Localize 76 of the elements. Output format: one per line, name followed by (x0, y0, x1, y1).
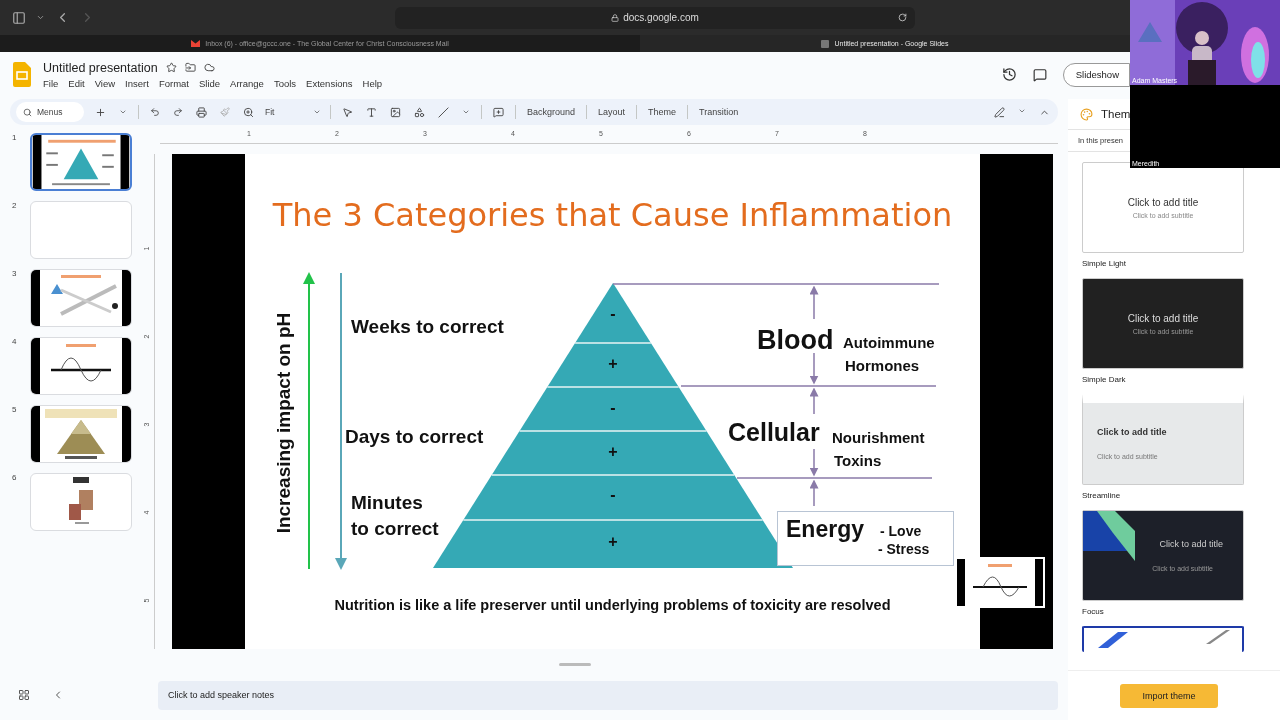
level-name: Energy (786, 516, 864, 544)
level-note: - Love (880, 523, 923, 539)
search-icon (23, 107, 32, 117)
menu-item[interactable]: Help (362, 77, 383, 89)
sign-text: + (607, 533, 619, 551)
address-bar[interactable]: docs.google.com (395, 6, 915, 29)
lock-icon (611, 13, 620, 22)
stage-label: Weeks to correct (351, 315, 504, 339)
grid-view-icon[interactable] (18, 689, 30, 701)
toolbar-button[interactable]: Transition (697, 107, 741, 117)
sign-text: + (607, 443, 619, 461)
slideshow-button[interactable]: Slideshow (1062, 62, 1130, 87)
slide-footer: Nutrition is like a life preserver until underlying problems of toxicity are resolved (245, 597, 980, 613)
menu-item[interactable]: File (43, 77, 59, 89)
mail-icon (191, 40, 201, 47)
theme-name: Streamline (1082, 491, 1122, 500)
panel-title: Them (1101, 108, 1131, 120)
level-note: Autoimmune (843, 333, 935, 353)
menu-item[interactable]: Arrange (230, 77, 264, 89)
reload-icon[interactable] (898, 13, 907, 22)
level-note: Toxins (834, 451, 882, 471)
slide-number: 1 (12, 133, 18, 142)
toolbar-button[interactable]: Theme (646, 107, 679, 117)
sign-text: - (609, 486, 617, 504)
caret-icon[interactable] (36, 13, 45, 22)
document-title[interactable]: Untitled presentation (43, 60, 158, 75)
menu-item[interactable]: Format (158, 77, 189, 89)
print-icon[interactable] (194, 104, 209, 120)
import-theme-button[interactable]: Import theme (1120, 683, 1218, 708)
theme-icon (1080, 107, 1093, 121)
caret-icon (313, 108, 321, 116)
slide-number: 4 (12, 337, 18, 346)
toolbar-button[interactable]: Background (525, 107, 578, 117)
line-icon[interactable] (436, 104, 451, 120)
pen-icon[interactable] (992, 104, 1007, 120)
speaker-notes-field[interactable]: Click to add speaker notes (158, 680, 1058, 710)
theme-name: Focus (1082, 607, 1105, 616)
url-text: docs.google.com (623, 12, 699, 23)
slide-number: 6 (12, 473, 18, 482)
slide-number: 2 (12, 201, 18, 210)
sign-text: + (607, 355, 619, 373)
level-name: Blood (757, 324, 834, 357)
cloud-icon[interactable] (203, 62, 215, 73)
slide-number: 3 (12, 269, 18, 278)
redo-icon[interactable] (171, 105, 185, 119)
star-icon[interactable] (165, 62, 177, 73)
slides-icon (821, 39, 830, 48)
sidebar-icon[interactable] (12, 10, 26, 25)
undo-icon[interactable] (148, 105, 162, 119)
search-field[interactable]: Menus (16, 102, 84, 122)
slide-thumbnail[interactable] (30, 133, 132, 191)
stage-label: Minutes to correct (351, 491, 439, 541)
axis-label: Increasing impact on pH (273, 312, 295, 534)
menu-item[interactable]: Insert (125, 77, 149, 89)
sign-text: - (609, 305, 617, 323)
level-name: Cellular (728, 417, 820, 448)
level-note: Nourishment (832, 428, 925, 448)
resize-handle[interactable] (559, 663, 591, 666)
sign-text: - (609, 399, 617, 417)
menu-item[interactable]: View (94, 77, 116, 89)
level-note: - Stress (878, 541, 930, 557)
theme-name: Simple Dark (1082, 375, 1127, 384)
comment-icon[interactable] (1032, 67, 1047, 82)
zoom-select[interactable]: Fit (265, 107, 321, 117)
history-icon[interactable] (1001, 67, 1017, 82)
slide-title: The 3 Categories that Cause Inflammation (271, 196, 954, 234)
menu-item[interactable]: Extensions (306, 77, 353, 89)
level-note: Hormones (845, 356, 920, 376)
slide-number: 5 (12, 405, 18, 414)
stage-label: Days to correct (345, 425, 484, 449)
theme-name: Simple Light (1082, 259, 1128, 268)
menu-item[interactable]: Slide (198, 77, 221, 89)
menu-item[interactable]: Edit (68, 77, 85, 89)
toolbar-button[interactable]: Layout (596, 107, 628, 117)
folder-icon[interactable] (184, 62, 196, 73)
menu-item[interactable]: Tools (273, 77, 297, 89)
